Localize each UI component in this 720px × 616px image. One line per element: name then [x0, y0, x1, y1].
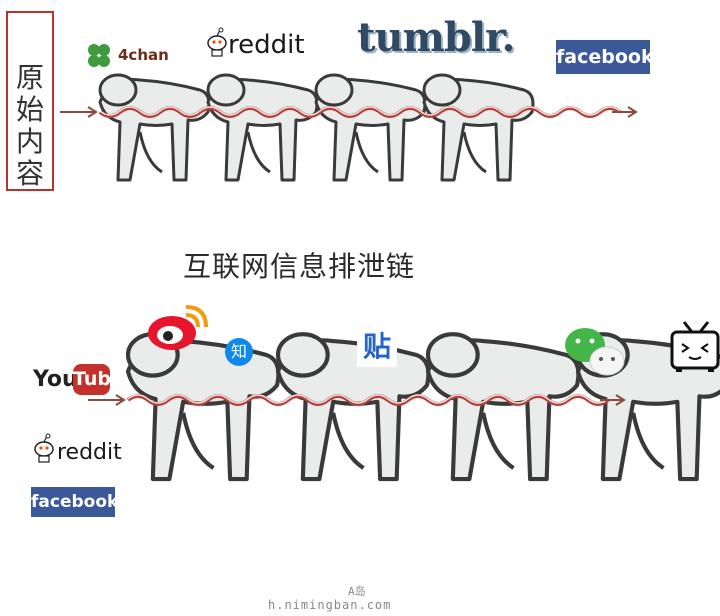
youtube-logo-you: You [33, 367, 78, 392]
watermark-url: h.nimingban.com [268, 598, 392, 612]
label-char: 始 [15, 93, 44, 126]
fourchan-clover-icon [88, 44, 110, 67]
facebook-logo: facebook [556, 40, 654, 74]
reddit-logo-text: reddit [57, 440, 122, 465]
tumblr-logo: tumblr. [357, 14, 515, 61]
chain-title: 互联网信息排泄链 [183, 250, 416, 283]
crawling-figure [98, 73, 211, 182]
crawling-figure [275, 332, 431, 482]
fourchan-logo-text: 4chan [118, 46, 169, 64]
crawling-figure [425, 332, 581, 482]
reddit-logo-text: reddit [228, 30, 305, 60]
reddit-alien-icon [34, 433, 54, 463]
crawling-figure [422, 73, 535, 182]
comic-illustration [17, 18, 720, 482]
original-content-label: 原 始 内 容 [6, 62, 54, 190]
label-char: 容 [15, 157, 44, 190]
zhihu-icon: 知 [225, 338, 253, 366]
youtube-logo-tube: Tube [73, 364, 124, 395]
label-char: 原 [15, 61, 44, 94]
crawling-figure [125, 332, 281, 482]
label-char: 内 [15, 125, 44, 158]
crawling-figure [314, 73, 427, 182]
bilibili-tv-icon [670, 321, 720, 372]
top-figure-chain [60, 73, 638, 182]
facebook-logo: facebook [31, 487, 118, 517]
reddit-alien-icon [207, 27, 227, 57]
crawling-figure [206, 73, 319, 182]
bottom-figure-chain [88, 332, 720, 482]
tieba-icon: 贴 [357, 327, 397, 367]
watermark-site-name: A岛 [348, 585, 366, 598]
